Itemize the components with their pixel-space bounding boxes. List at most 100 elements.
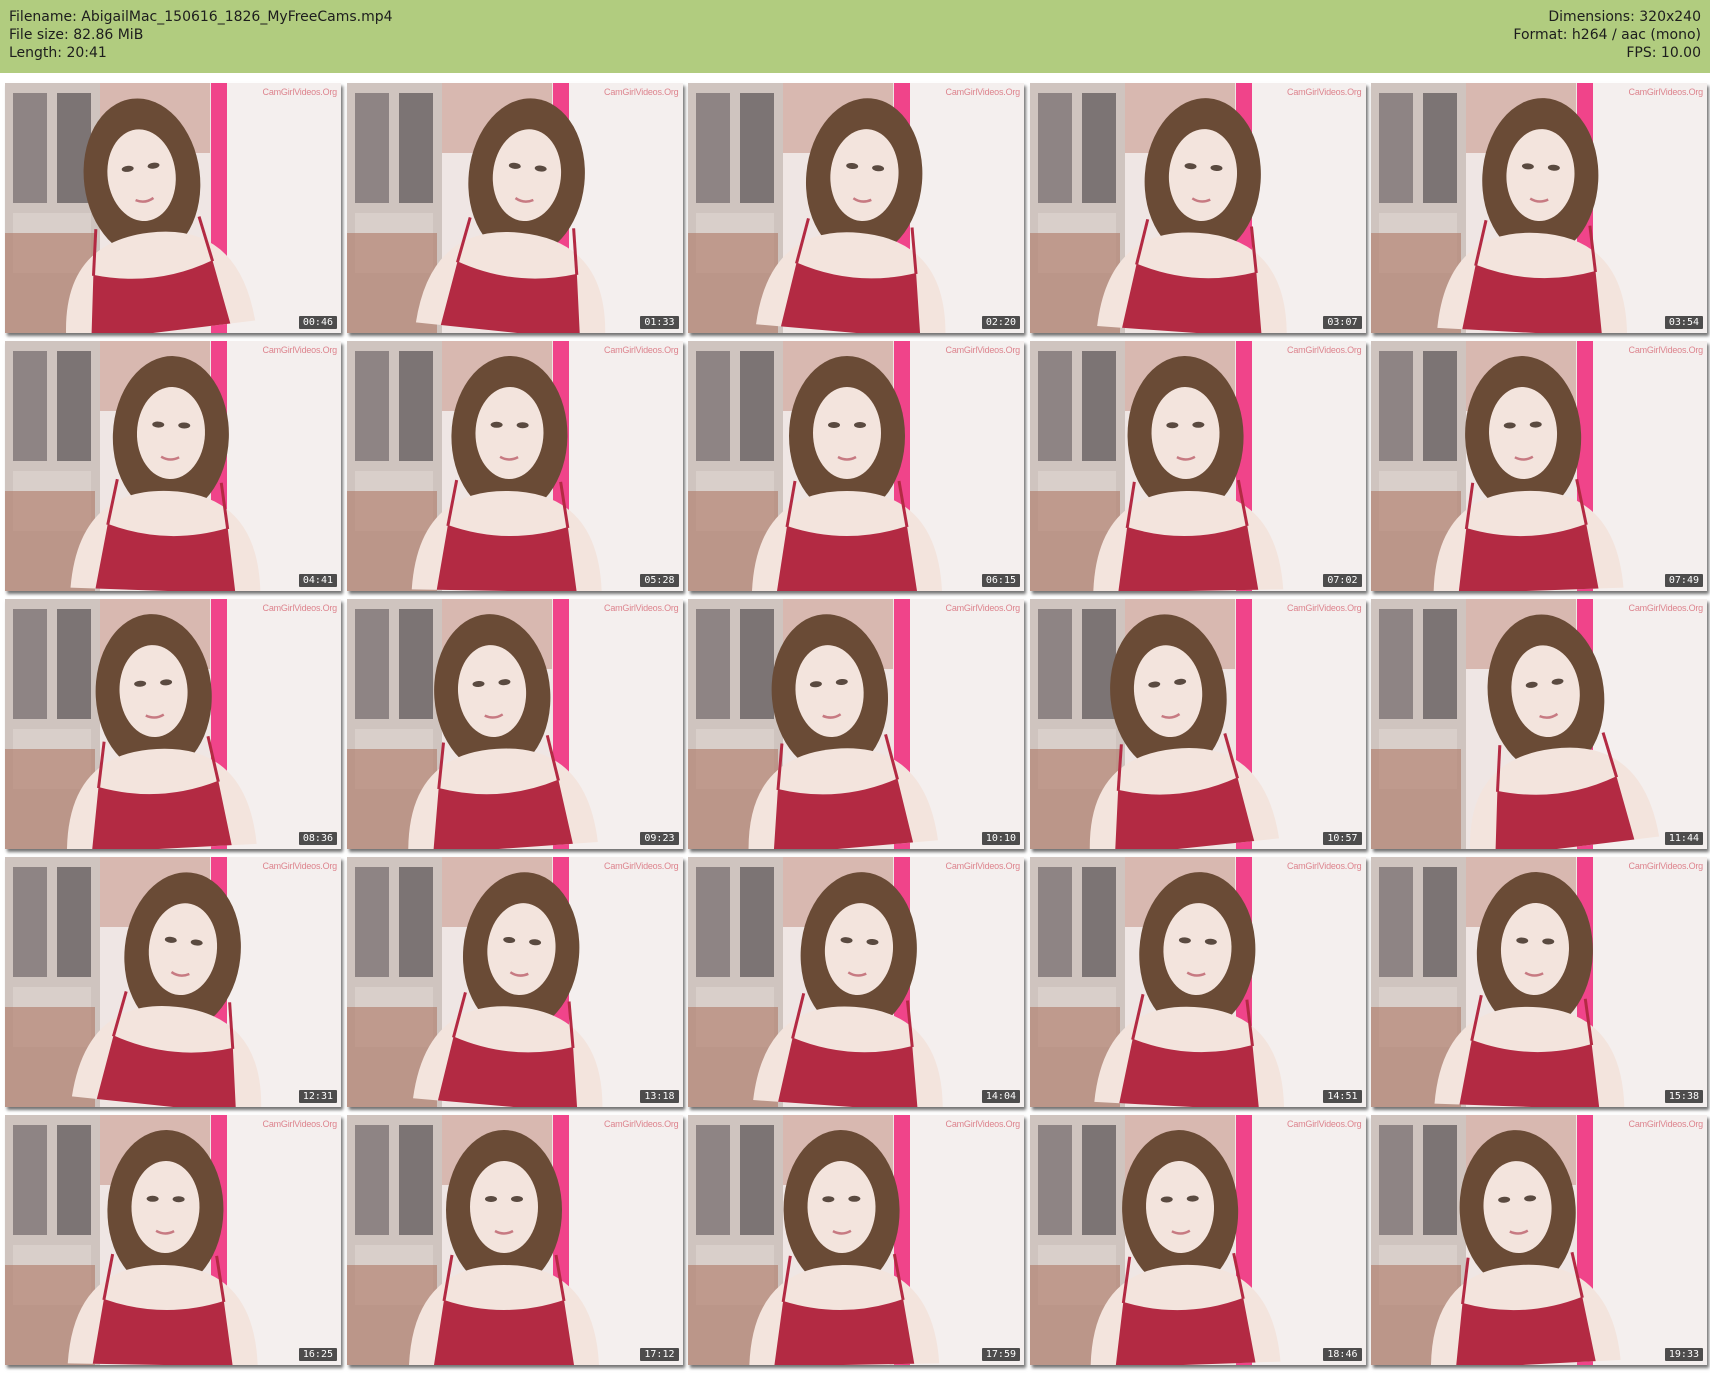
watermark-text: CamGirlVideos.Org: [262, 1119, 338, 1129]
frame-timestamp: 04:41: [298, 574, 337, 587]
watermark-text: CamGirlVideos.Org: [604, 1119, 679, 1129]
frame-scene: [1371, 857, 1707, 1107]
filesize-text: File size: 82.86 MiB: [9, 27, 144, 43]
watermark-text: CamGirlVideos.Org: [945, 603, 1021, 613]
frame-scene: [1371, 599, 1707, 849]
watermark-text: CamGirlVideos.Org: [604, 345, 679, 355]
frame-scene: [346, 1115, 683, 1365]
frame-scene: [688, 83, 1024, 333]
watermark-text: CamGirlVideos.Org: [1287, 603, 1362, 613]
watermark-text: CamGirlVideos.Org: [1628, 1119, 1704, 1129]
file-info-right: Dimensions: 320x240 Format: h264 / aac (…: [1513, 8, 1701, 62]
watermark-text: CamGirlVideos.Org: [1287, 1119, 1362, 1129]
frame-timestamp: 11:44: [1664, 832, 1703, 845]
video-frame-thumbnail: CamGirlVideos.Org 12:31: [5, 857, 341, 1107]
frame-scene: [5, 83, 341, 333]
frame-scene: [1029, 83, 1366, 333]
video-frame-thumbnail: CamGirlVideos.Org 16:25: [5, 1115, 341, 1365]
watermark-text: CamGirlVideos.Org: [945, 87, 1021, 97]
frame-timestamp: 09:23: [640, 832, 679, 845]
frame-timestamp: 01:33: [640, 316, 679, 329]
watermark-text: CamGirlVideos.Org: [262, 345, 338, 355]
filename-text: Filename: AbigailMac_150616_1826_MyFreeC…: [9, 9, 393, 25]
watermark-text: CamGirlVideos.Org: [1287, 87, 1362, 97]
watermark-text: CamGirlVideos.Org: [604, 87, 679, 97]
dimensions-text: Dimensions: 320x240: [1548, 9, 1701, 25]
watermark-text: CamGirlVideos.Org: [604, 861, 679, 871]
watermark-text: CamGirlVideos.Org: [262, 603, 338, 613]
frame-timestamp: 05:28: [640, 574, 679, 587]
frame-timestamp: 07:49: [1664, 574, 1703, 587]
frame-timestamp: 10:10: [981, 832, 1020, 845]
contact-sheet-header: Filename: AbigailMac_150616_1826_MyFreeC…: [0, 0, 1710, 73]
frame-timestamp: 03:54: [1664, 316, 1703, 329]
frame-scene: [346, 341, 683, 591]
video-frame-thumbnail: CamGirlVideos.Org 02:20: [688, 83, 1024, 333]
frame-scene: [1029, 1115, 1366, 1365]
thumbnail-grid: CamGirlVideos.Org 00:46 CamGirlVideos.Org…: [5, 83, 1707, 1369]
video-frame-thumbnail: CamGirlVideos.Org 17:59: [688, 1115, 1024, 1365]
video-frame-thumbnail: CamGirlVideos.Org 13:18: [346, 857, 683, 1107]
frame-timestamp: 07:02: [1323, 574, 1362, 587]
frame-timestamp: 12:31: [298, 1090, 337, 1103]
frame-timestamp: 02:20: [981, 316, 1020, 329]
frame-scene: [1029, 599, 1366, 849]
video-frame-thumbnail: CamGirlVideos.Org 05:28: [346, 341, 683, 591]
watermark-text: CamGirlVideos.Org: [262, 87, 338, 97]
frame-scene: [1371, 83, 1707, 333]
frame-scene: [688, 599, 1024, 849]
video-frame-thumbnail: CamGirlVideos.Org 07:49: [1371, 341, 1707, 591]
watermark-text: CamGirlVideos.Org: [1287, 861, 1362, 871]
video-frame-thumbnail: CamGirlVideos.Org 14:04: [688, 857, 1024, 1107]
frame-timestamp: 13:18: [640, 1090, 679, 1103]
frame-timestamp: 17:12: [640, 1348, 679, 1361]
video-frame-thumbnail: CamGirlVideos.Org 15:38: [1371, 857, 1707, 1107]
frame-scene: [5, 599, 341, 849]
frame-timestamp: 15:38: [1664, 1090, 1703, 1103]
frame-scene: [1371, 1115, 1707, 1365]
frame-timestamp: 10:57: [1323, 832, 1362, 845]
video-frame-thumbnail: CamGirlVideos.Org 10:57: [1029, 599, 1366, 849]
video-frame-thumbnail: CamGirlVideos.Org 00:46: [5, 83, 341, 333]
frame-timestamp: 03:07: [1323, 316, 1362, 329]
fps-text: FPS: 10.00: [1626, 45, 1701, 61]
frame-scene: [346, 857, 683, 1107]
video-frame-thumbnail: CamGirlVideos.Org 06:15: [688, 341, 1024, 591]
frame-timestamp: 00:46: [298, 316, 337, 329]
frame-timestamp: 16:25: [298, 1348, 337, 1361]
frame-scene: [346, 599, 683, 849]
frame-scene: [688, 1115, 1024, 1365]
video-frame-thumbnail: CamGirlVideos.Org 07:02: [1029, 341, 1366, 591]
video-frame-thumbnail: CamGirlVideos.Org 03:54: [1371, 83, 1707, 333]
frame-timestamp: 14:04: [981, 1090, 1020, 1103]
watermark-text: CamGirlVideos.Org: [1628, 603, 1704, 613]
frame-scene: [5, 1115, 341, 1365]
frame-timestamp: 18:46: [1323, 1348, 1362, 1361]
format-text: Format: h264 / aac (mono): [1513, 27, 1701, 43]
watermark-text: CamGirlVideos.Org: [604, 603, 679, 613]
frame-scene: [346, 83, 683, 333]
frame-timestamp: 06:15: [981, 574, 1020, 587]
watermark-text: CamGirlVideos.Org: [945, 861, 1021, 871]
video-frame-thumbnail: CamGirlVideos.Org 04:41: [5, 341, 341, 591]
video-frame-thumbnail: CamGirlVideos.Org 10:10: [688, 599, 1024, 849]
frame-timestamp: 14:51: [1323, 1090, 1362, 1103]
watermark-text: CamGirlVideos.Org: [1628, 345, 1704, 355]
watermark-text: CamGirlVideos.Org: [262, 861, 338, 871]
length-text: Length: 20:41: [9, 45, 107, 61]
frame-scene: [688, 341, 1024, 591]
video-frame-thumbnail: CamGirlVideos.Org 19:33: [1371, 1115, 1707, 1365]
frame-scene: [1029, 857, 1366, 1107]
watermark-text: CamGirlVideos.Org: [1628, 87, 1704, 97]
watermark-text: CamGirlVideos.Org: [945, 1119, 1021, 1129]
video-frame-thumbnail: CamGirlVideos.Org 09:23: [346, 599, 683, 849]
watermark-text: CamGirlVideos.Org: [1628, 861, 1704, 871]
watermark-text: CamGirlVideos.Org: [945, 345, 1021, 355]
watermark-text: CamGirlVideos.Org: [1287, 345, 1362, 355]
frame-timestamp: 08:36: [298, 832, 337, 845]
video-frame-thumbnail: CamGirlVideos.Org 03:07: [1029, 83, 1366, 333]
frame-timestamp: 17:59: [981, 1348, 1020, 1361]
frame-timestamp: 19:33: [1664, 1348, 1703, 1361]
video-frame-thumbnail: CamGirlVideos.Org 08:36: [5, 599, 341, 849]
video-frame-thumbnail: CamGirlVideos.Org 11:44: [1371, 599, 1707, 849]
